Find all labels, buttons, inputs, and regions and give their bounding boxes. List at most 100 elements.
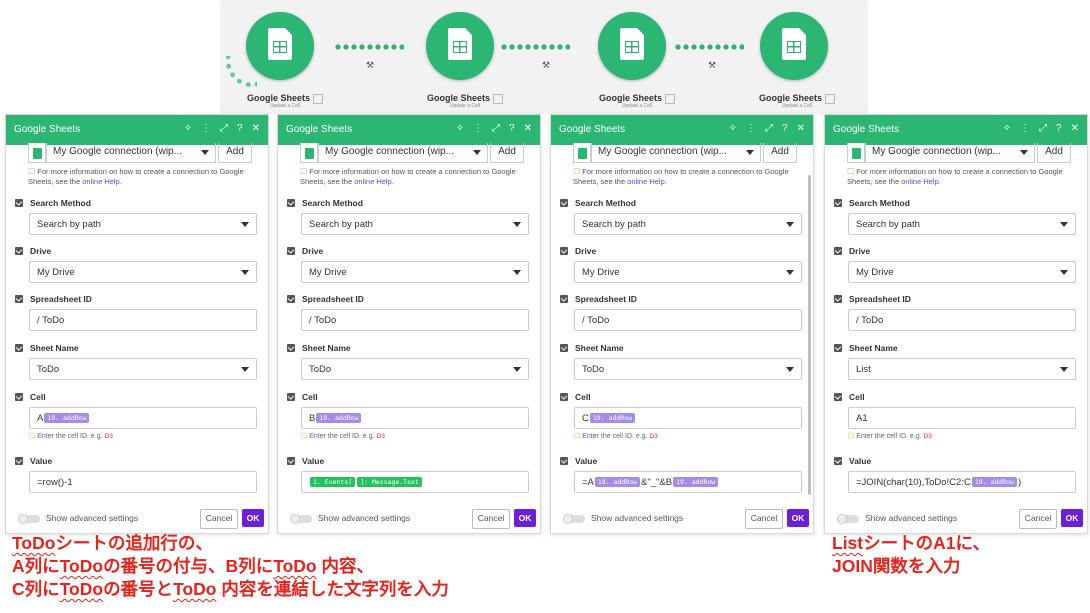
flow-node-google-sheets[interactable] — [246, 12, 314, 80]
sheet-name-select[interactable]: List — [848, 358, 1076, 380]
spreadsheet-id-input[interactable]: / ToDo — [301, 309, 529, 331]
sheet-name-select[interactable]: ToDo — [574, 358, 802, 380]
online-help-link[interactable]: online Help. — [82, 177, 122, 186]
help-icon[interactable]: ? — [1056, 123, 1062, 134]
ok-button[interactable]: OK — [514, 509, 536, 527]
search-method-select[interactable]: Search by path — [848, 213, 1076, 235]
field-toggle-checkbox[interactable] — [287, 295, 295, 303]
field-toggle-checkbox[interactable] — [287, 247, 295, 255]
flow-node-google-sheets[interactable] — [426, 12, 494, 80]
search-method-select[interactable]: Search by path — [29, 213, 257, 235]
connection-select[interactable]: My Google connection (wip... — [865, 143, 1035, 163]
field-toggle-checkbox[interactable] — [287, 199, 295, 207]
expand-icon[interactable]: ⤢ — [492, 123, 500, 134]
field-toggle-checkbox[interactable] — [15, 199, 23, 207]
spreadsheet-id-input[interactable]: / ToDo — [29, 309, 257, 331]
close-icon[interactable]: ✕ — [1071, 123, 1079, 134]
add-connection-button[interactable]: Add — [763, 143, 797, 163]
search-method-select[interactable]: Search by path — [574, 213, 802, 235]
value-input[interactable]: 1. Events[]: Message.Text — [301, 471, 529, 493]
field-toggle-checkbox[interactable] — [287, 344, 295, 352]
wrench-icon[interactable]: ⚒ — [542, 60, 550, 71]
flow-node-google-sheets[interactable] — [760, 12, 828, 80]
field-toggle-checkbox[interactable] — [834, 247, 842, 255]
more-menu-icon[interactable]: ⋮ — [746, 123, 756, 134]
magic-icon[interactable]: ✧ — [729, 123, 737, 134]
drive-select[interactable]: My Drive — [29, 261, 257, 283]
close-icon[interactable]: ✕ — [524, 123, 532, 134]
field-toggle-checkbox[interactable] — [834, 393, 842, 401]
field-toggle-checkbox[interactable] — [15, 295, 23, 303]
wrench-icon[interactable]: ⚒ — [366, 60, 374, 71]
spreadsheet-id-input[interactable]: / ToDo — [574, 309, 802, 331]
advanced-settings-toggle[interactable] — [563, 514, 585, 524]
close-icon[interactable]: ✕ — [797, 123, 805, 134]
online-help-link[interactable]: online Help. — [354, 177, 394, 186]
more-menu-icon[interactable]: ⋮ — [1020, 123, 1030, 134]
field-toggle-checkbox[interactable] — [560, 247, 568, 255]
field-toggle-checkbox[interactable] — [287, 457, 295, 465]
magic-icon[interactable]: ✧ — [184, 123, 192, 134]
field-toggle-checkbox[interactable] — [560, 393, 568, 401]
field-toggle-checkbox[interactable] — [560, 295, 568, 303]
expand-icon[interactable]: ⤢ — [765, 123, 773, 134]
value-input[interactable]: =row()-1 — [29, 471, 257, 493]
field-toggle-checkbox[interactable] — [15, 247, 23, 255]
cancel-button[interactable]: Cancel — [200, 509, 238, 529]
spreadsheet-id-input[interactable]: / ToDo — [848, 309, 1076, 331]
field-toggle-checkbox[interactable] — [560, 199, 568, 207]
field-toggle-checkbox[interactable] — [560, 457, 568, 465]
more-menu-icon[interactable]: ⋮ — [201, 123, 211, 134]
expand-icon[interactable]: ⤢ — [220, 123, 228, 134]
help-icon[interactable]: ? — [237, 123, 243, 134]
more-menu-icon[interactable]: ⋮ — [473, 123, 483, 134]
close-icon[interactable]: ✕ — [252, 123, 260, 134]
field-toggle-checkbox[interactable] — [834, 344, 842, 352]
search-method-select[interactable]: Search by path — [301, 213, 529, 235]
drive-select[interactable]: My Drive — [301, 261, 529, 283]
magic-icon[interactable]: ✧ — [1003, 123, 1011, 134]
value-input[interactable]: =A 19. addRow &"_"&B 19. addRow — [574, 471, 802, 493]
ok-button[interactable]: OK — [242, 509, 264, 527]
connection-select[interactable]: My Google connection (wip... — [46, 143, 216, 163]
connection-select[interactable]: My Google connection (wip... — [591, 143, 761, 163]
help-icon[interactable]: ? — [509, 123, 515, 134]
cell-input[interactable]: B 19. addRow — [301, 407, 529, 429]
field-toggle-checkbox[interactable] — [560, 344, 568, 352]
help-icon[interactable]: ? — [782, 123, 788, 134]
ok-button[interactable]: OK — [787, 509, 809, 527]
field-toggle-checkbox[interactable] — [287, 393, 295, 401]
value-input[interactable]: =JOIN(char(10),ToDo!C2:C 19. addRow) — [848, 471, 1076, 493]
sheet-name-select[interactable]: ToDo — [301, 358, 529, 380]
sheet-name-select[interactable]: ToDo — [29, 358, 257, 380]
drive-select[interactable]: My Drive — [848, 261, 1076, 283]
ok-button[interactable]: OK — [1061, 509, 1083, 527]
add-connection-button[interactable]: Add — [490, 143, 524, 163]
advanced-settings-toggle[interactable] — [18, 514, 40, 524]
expand-icon[interactable]: ⤢ — [1039, 123, 1047, 134]
magic-icon[interactable]: ✧ — [456, 123, 464, 134]
cell-input[interactable]: A 19. addRow — [29, 407, 257, 429]
add-connection-button[interactable]: Add — [1037, 143, 1071, 163]
cell-input[interactable]: C 19. addRow — [574, 407, 802, 429]
field-toggle-checkbox[interactable] — [834, 295, 842, 303]
cell-input[interactable]: A1 — [848, 407, 1076, 429]
field-toggle-checkbox[interactable] — [15, 393, 23, 401]
field-toggle-checkbox[interactable] — [15, 344, 23, 352]
online-help-link[interactable]: online Help. — [901, 177, 941, 186]
cancel-button[interactable]: Cancel — [745, 509, 783, 529]
field-toggle-checkbox[interactable] — [15, 457, 23, 465]
advanced-settings-toggle[interactable] — [290, 514, 312, 524]
advanced-settings-toggle[interactable] — [837, 514, 859, 524]
field-toggle-checkbox[interactable] — [834, 199, 842, 207]
cancel-button[interactable]: Cancel — [1019, 509, 1057, 529]
field-toggle-checkbox[interactable] — [834, 457, 842, 465]
panel-scrollbar[interactable] — [808, 175, 811, 495]
flow-node-google-sheets[interactable] — [598, 12, 666, 80]
cancel-button[interactable]: Cancel — [472, 509, 510, 529]
online-help-link[interactable]: online Help. — [627, 177, 667, 186]
connection-select[interactable]: My Google connection (wip... — [318, 143, 488, 163]
add-connection-button[interactable]: Add — [218, 143, 252, 163]
wrench-icon[interactable]: ⚒ — [708, 60, 716, 71]
drive-select[interactable]: My Drive — [574, 261, 802, 283]
